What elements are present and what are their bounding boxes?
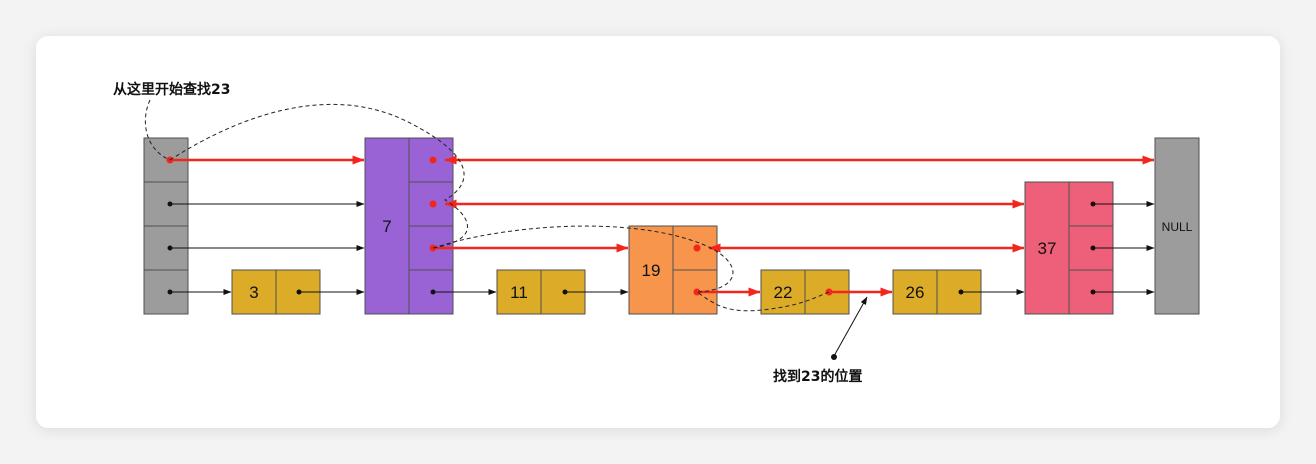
null-label: NULL xyxy=(1162,220,1193,234)
node-19-value: 19 xyxy=(642,261,661,280)
node-19: 19 xyxy=(628,225,718,315)
start-annotation: 从这里开始查找23 xyxy=(113,81,230,98)
dot-37-l1 xyxy=(1090,245,1096,251)
found-pointer-dot xyxy=(831,354,837,360)
node-11-value: 11 xyxy=(510,283,528,302)
node-37-value: 37 xyxy=(1038,239,1057,258)
dot-11-l0 xyxy=(562,289,568,295)
node-22-value: 22 xyxy=(774,283,793,302)
dot-head-l2 xyxy=(167,201,173,207)
node-3-value: 3 xyxy=(249,283,258,302)
dot-head-l0 xyxy=(167,289,173,295)
null-tail-node: NULL xyxy=(1154,137,1200,315)
dot-head-l1 xyxy=(167,245,173,251)
head-node xyxy=(143,137,189,315)
dot-26-l0 xyxy=(958,289,964,295)
node-7: 7 xyxy=(364,137,454,315)
dot-7-l2 xyxy=(429,200,437,208)
dot-3-l0 xyxy=(296,289,302,295)
dot-19-l1 xyxy=(693,244,701,252)
found-annotation-label: 找到23的位置 xyxy=(773,368,862,385)
node-7-value: 7 xyxy=(382,217,391,236)
dot-22-l0 xyxy=(825,288,833,296)
dot-7-l0 xyxy=(430,289,436,295)
node-26-value: 26 xyxy=(906,283,925,302)
dot-37-l2 xyxy=(1090,201,1096,207)
dot-37-l0 xyxy=(1090,289,1096,295)
skip-list-diagram: 3 7 11 19 22 26 37 NULL 从这里开始查找23 找到23的位… xyxy=(113,81,1200,385)
dot-7-l3 xyxy=(429,156,437,164)
